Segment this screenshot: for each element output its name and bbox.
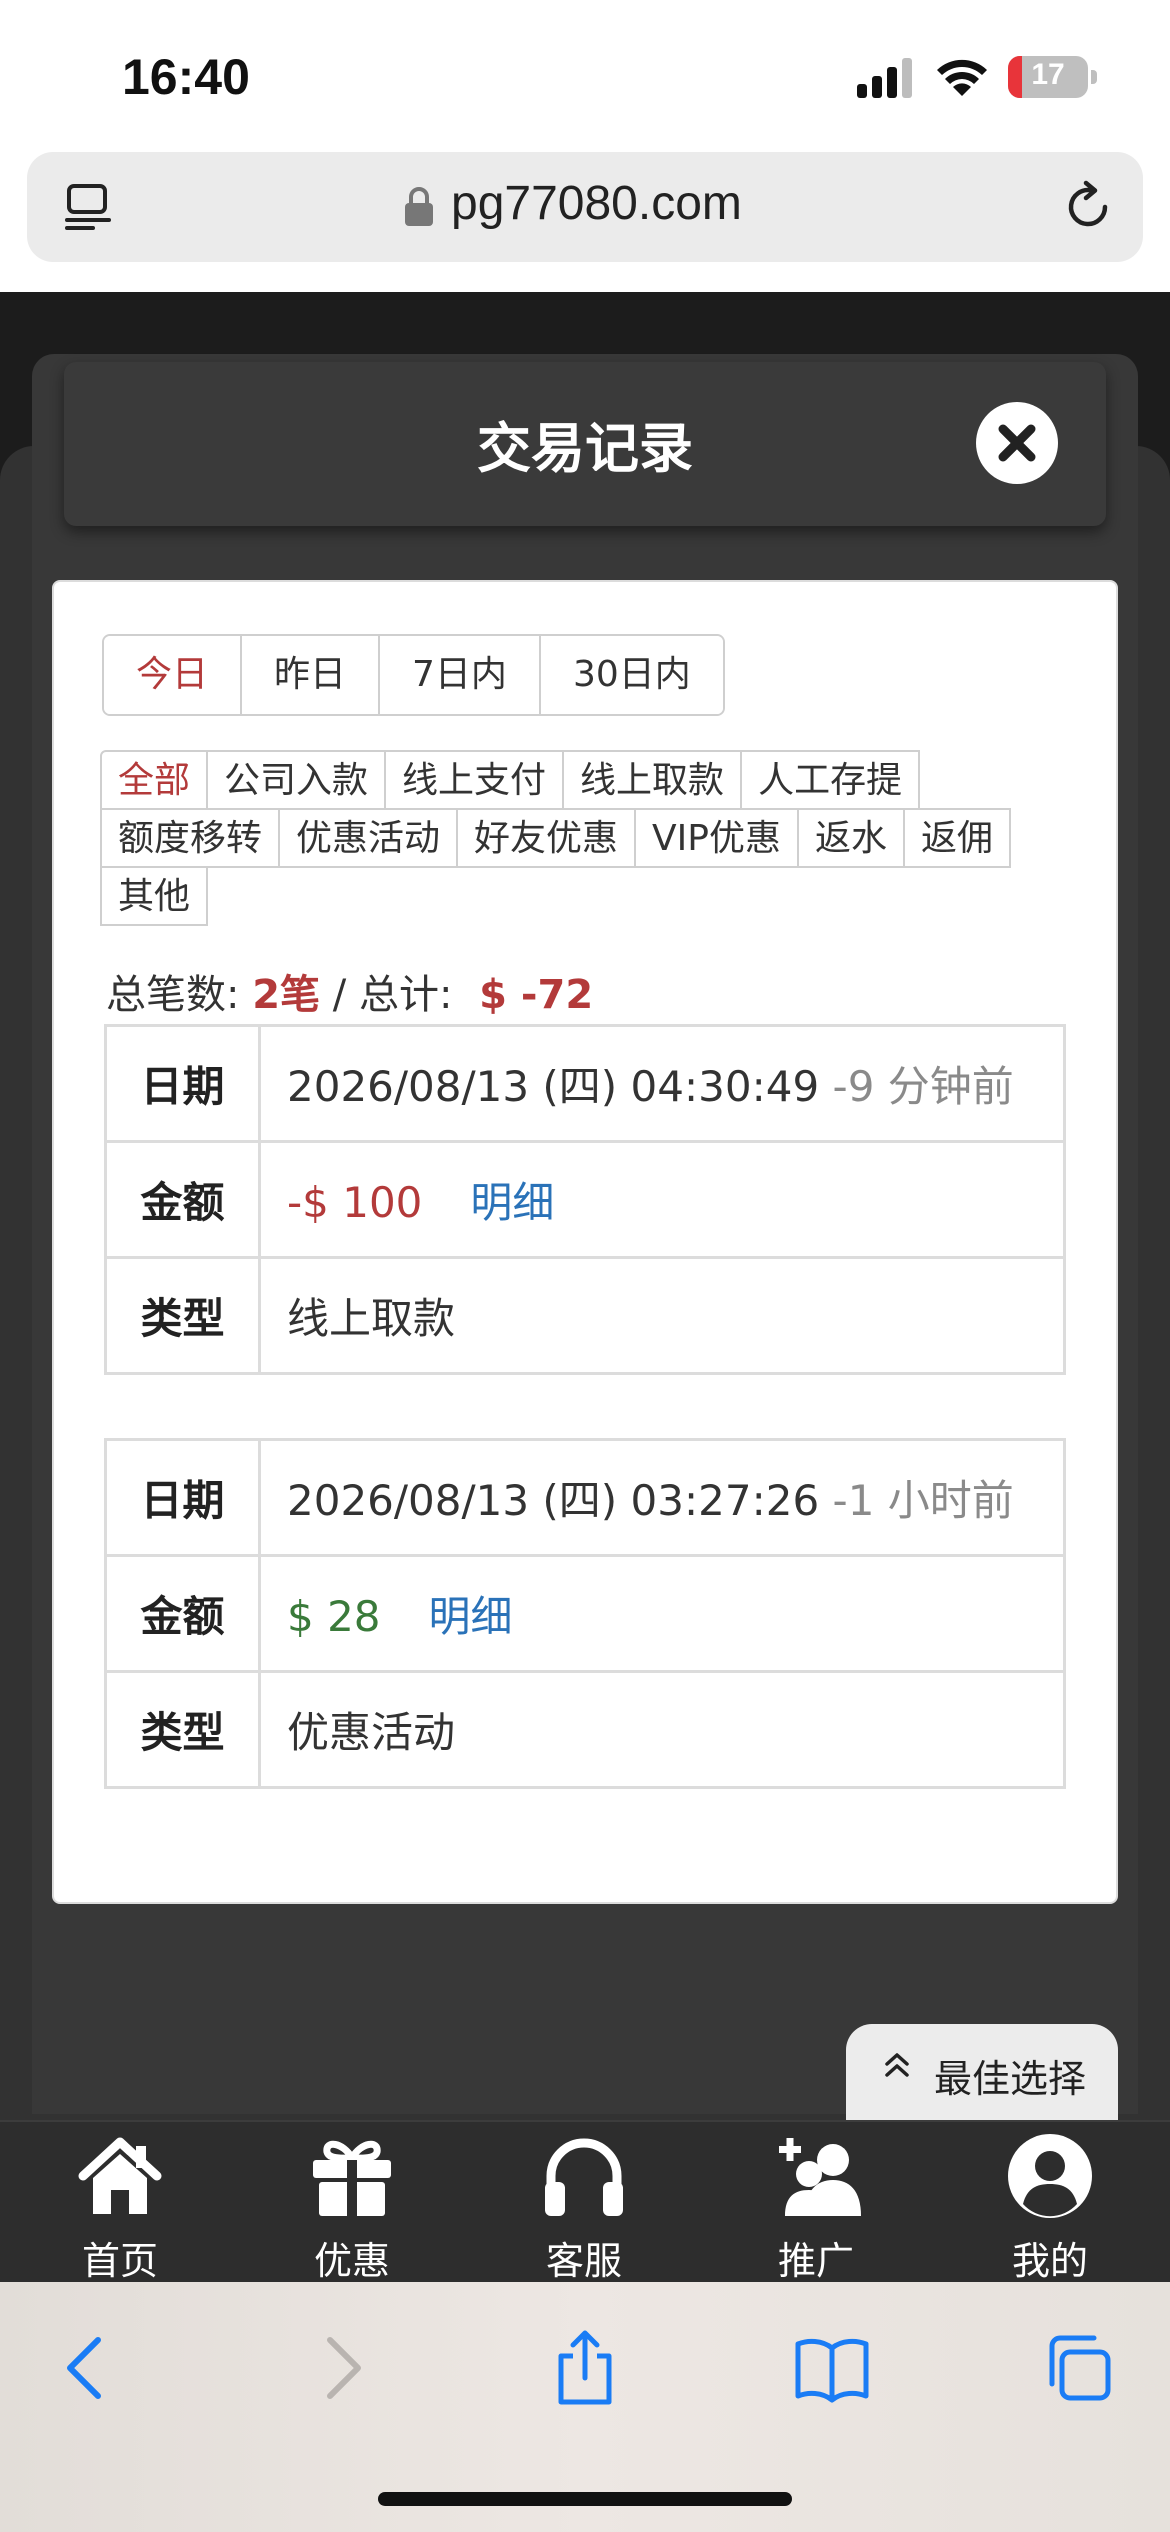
type-value: 优惠活动 [258, 1670, 1066, 1789]
filter-promotion[interactable]: 优惠活动 [278, 808, 459, 868]
date-label: 日期 [104, 1024, 261, 1143]
date-value: 2026/08/13 (四) 03:27:26 -1 小时前 [258, 1438, 1066, 1557]
type-value: 线上取款 [258, 1256, 1066, 1375]
tab-today[interactable]: 今日 [104, 636, 243, 714]
nav-label: 首页 [81, 2239, 158, 2283]
date-label: 日期 [104, 1438, 261, 1557]
battery-icon: 17 [1008, 56, 1088, 98]
wifi-icon [937, 59, 987, 96]
date-tabs: 今日 昨日 7日内 30日内 [102, 634, 725, 716]
time-ago: -1 小时前 [832, 1476, 1014, 1525]
home-indicator [378, 2492, 792, 2506]
battery-level: 17 [1031, 58, 1065, 91]
nav-label: 推广 [777, 2239, 854, 2283]
type-label: 类型 [104, 1670, 261, 1789]
cellular-signal-icon [857, 58, 912, 98]
amount-label: 金额 [104, 1554, 261, 1673]
tab-30-days[interactable]: 30日内 [540, 636, 723, 714]
filter-company-deposit[interactable]: 公司入款 [206, 750, 387, 810]
record-table: 日期 2026/08/13 (四) 03:27:26 -1 小时前 金额 $ 2… [104, 1438, 1066, 1789]
date-text: 2026/08/13 (四) 03:27:26 [287, 1476, 820, 1525]
nav-label: 优惠 [313, 2239, 390, 2283]
nav-customer-service[interactable]: 客服 [484, 2132, 684, 2285]
filter-other[interactable]: 其他 [100, 866, 209, 926]
nav-promotions[interactable]: 优惠 [252, 2132, 452, 2285]
type-filters: 全部 公司入款 线上支付 线上取款 人工存提 额度移转 优惠活动 好友优惠 VI… [100, 750, 1040, 926]
time-ago: -9 分钟前 [832, 1062, 1014, 1111]
filter-commission[interactable]: 返佣 [903, 808, 1012, 868]
count-label: 总笔数: [106, 972, 240, 1018]
filter-vip-bonus[interactable]: VIP优惠 [634, 808, 800, 868]
best-choice-button[interactable]: 最佳选择 [846, 2024, 1118, 2120]
tab-yesterday[interactable]: 昨日 [242, 636, 381, 714]
nav-my-account[interactable]: 我的 [950, 2132, 1150, 2285]
table-row: 金额 -$ 100 明细 [104, 1140, 1066, 1259]
filter-online-withdrawal[interactable]: 线上取款 [562, 750, 743, 810]
url-text[interactable]: pg77080.com [451, 176, 742, 231]
gift-icon [313, 2140, 391, 2216]
table-row: 类型 线上取款 [104, 1256, 1066, 1375]
filter-online-payment[interactable]: 线上支付 [384, 750, 565, 810]
table-row: 金额 $ 28 明细 [104, 1554, 1066, 1673]
forward-icon[interactable] [300, 2328, 380, 2408]
add-user-icon [779, 2138, 861, 2216]
home-icon [78, 2137, 162, 2214]
filter-rebate[interactable]: 返水 [797, 808, 906, 868]
bookmarks-icon[interactable] [792, 2328, 872, 2408]
type-label: 类型 [104, 1256, 261, 1375]
nav-label: 我的 [1011, 2239, 1088, 2283]
close-icon [998, 424, 1036, 462]
table-row: 日期 2026/08/13 (四) 03:27:26 -1 小时前 [104, 1438, 1066, 1557]
amount-label: 金额 [104, 1140, 261, 1259]
headset-icon [545, 2138, 623, 2216]
tab-7-days[interactable]: 7日内 [380, 636, 541, 714]
address-bar[interactable]: pg77080.com [27, 152, 1143, 262]
amount-text: -$ 100 [287, 1178, 423, 1227]
amount-value: $ 28 明细 [258, 1554, 1066, 1673]
total-value: $ -72 [479, 972, 594, 1018]
nav-home[interactable]: 首页 [20, 2132, 220, 2285]
separator: / [332, 972, 359, 1018]
reload-icon[interactable] [1061, 180, 1115, 234]
lock-icon [405, 187, 433, 226]
bottom-nav: 首页 优惠 客服 推广 我的 [0, 2120, 1170, 2285]
close-button[interactable] [976, 402, 1058, 484]
share-icon[interactable] [545, 2328, 625, 2408]
back-icon[interactable] [48, 2328, 128, 2408]
total-label: 总计: [358, 972, 453, 1018]
record-table: 日期 2026/08/13 (四) 04:30:49 -9 分钟前 金额 -$ … [104, 1024, 1066, 1375]
status-time: 16:40 [122, 49, 250, 105]
summary: 总笔数: 2笔 / 总计: $ -72 [106, 962, 593, 1020]
browser-address-area: pg77080.com [0, 150, 1170, 292]
date-text: 2026/08/13 (四) 04:30:49 [287, 1062, 820, 1111]
filter-all[interactable]: 全部 [100, 750, 209, 810]
tabs-icon[interactable] [1038, 2328, 1118, 2408]
table-row: 类型 优惠活动 [104, 1670, 1066, 1789]
double-chevron-up-icon [885, 2053, 909, 2077]
date-value: 2026/08/13 (四) 04:30:49 -9 分钟前 [258, 1024, 1066, 1143]
status-bar: 16:40 17 [0, 0, 1170, 150]
amount-value: -$ 100 明细 [258, 1140, 1066, 1259]
modal-title: 交易记录 [477, 417, 693, 480]
detail-link[interactable]: 明细 [429, 1592, 513, 1641]
filter-manual-deposit-withdraw[interactable]: 人工存提 [740, 750, 921, 810]
table-row: 日期 2026/08/13 (四) 04:30:49 -9 分钟前 [104, 1024, 1066, 1143]
detail-link[interactable]: 明细 [470, 1178, 554, 1227]
modal-header: 交易记录 [64, 362, 1106, 526]
nav-label: 客服 [545, 2239, 622, 2283]
count-value: 2笔 [252, 972, 321, 1018]
page-menu-icon[interactable] [63, 182, 113, 232]
amount-text: $ 28 [287, 1592, 381, 1641]
nav-referral[interactable]: 推广 [716, 2132, 916, 2285]
best-choice-label: 最佳选择 [934, 2057, 1087, 2101]
user-circle-icon [1008, 2134, 1092, 2218]
filter-friend-bonus[interactable]: 好友优惠 [456, 808, 637, 868]
filter-credit-transfer[interactable]: 额度移转 [100, 808, 281, 868]
